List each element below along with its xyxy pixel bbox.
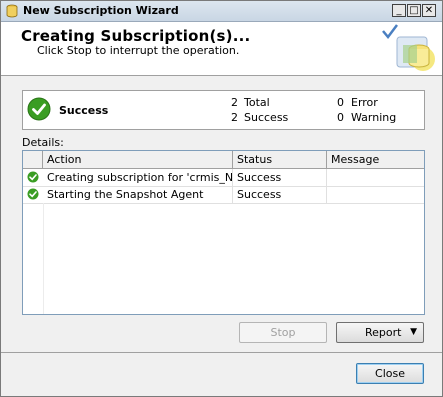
warning-label: Warning: [351, 111, 397, 124]
status-cell: Success: [233, 169, 327, 186]
success-count: 2: [231, 111, 238, 124]
grid-divider: [43, 203, 44, 314]
column-header-status[interactable]: Status: [233, 151, 327, 168]
wizard-banner-icon: [382, 24, 435, 71]
warning-count: 0: [337, 111, 344, 124]
report-button[interactable]: Report ▼: [336, 322, 424, 343]
window-title: New Subscription Wizard: [23, 4, 179, 17]
close-button[interactable]: Close: [356, 363, 424, 384]
error-count: 0: [337, 96, 344, 109]
total-count: 2: [231, 96, 238, 109]
database-app-icon: [6, 4, 18, 18]
details-label: Details:: [22, 136, 64, 149]
wizard-header: Creating Subscription(s)... Click Stop t…: [1, 22, 442, 76]
action-cell: Starting the Snapshot Agent: [43, 186, 233, 203]
wizard-window: New Subscription Wizard _ □ ✕ Creating S…: [0, 0, 443, 397]
page-subtitle: Click Stop to interrupt the operation.: [37, 44, 240, 57]
grid-header: Action Status Message: [23, 151, 424, 169]
success-check-icon: [27, 97, 51, 121]
summary-status: Success: [59, 104, 109, 117]
column-header-icon: [23, 151, 43, 168]
footer: Close: [1, 353, 442, 396]
minimize-button[interactable]: _: [392, 4, 406, 17]
chevron-down-icon: ▼: [410, 327, 417, 337]
success-label: Success: [244, 111, 289, 124]
report-button-label: Report: [365, 326, 402, 339]
success-check-icon: [27, 188, 39, 200]
message-cell: [327, 169, 424, 186]
error-label: Error: [351, 96, 378, 109]
total-label: Total: [244, 96, 270, 109]
close-window-button[interactable]: ✕: [422, 4, 436, 17]
success-check-icon: [27, 171, 39, 183]
table-row[interactable]: Creating subscription for 'crmis_NG\CR..…: [23, 169, 424, 187]
summary-panel: Success 2 Total 2 Success 0 Error 0 Warn…: [22, 90, 425, 130]
action-cell: Creating subscription for 'crmis_NG\CR..…: [43, 169, 233, 186]
maximize-button[interactable]: □: [407, 4, 421, 17]
title-bar[interactable]: New Subscription Wizard _ □ ✕: [1, 1, 442, 22]
page-title: Creating Subscription(s)...: [21, 27, 251, 45]
status-cell: Success: [233, 186, 327, 203]
message-cell: [327, 186, 424, 203]
table-row[interactable]: Starting the Snapshot Agent Success: [23, 186, 424, 204]
column-header-message[interactable]: Message: [327, 151, 424, 168]
details-grid[interactable]: Action Status Message Creating subscript…: [22, 150, 425, 315]
column-header-action[interactable]: Action: [43, 151, 233, 168]
stop-button[interactable]: Stop: [239, 322, 327, 343]
